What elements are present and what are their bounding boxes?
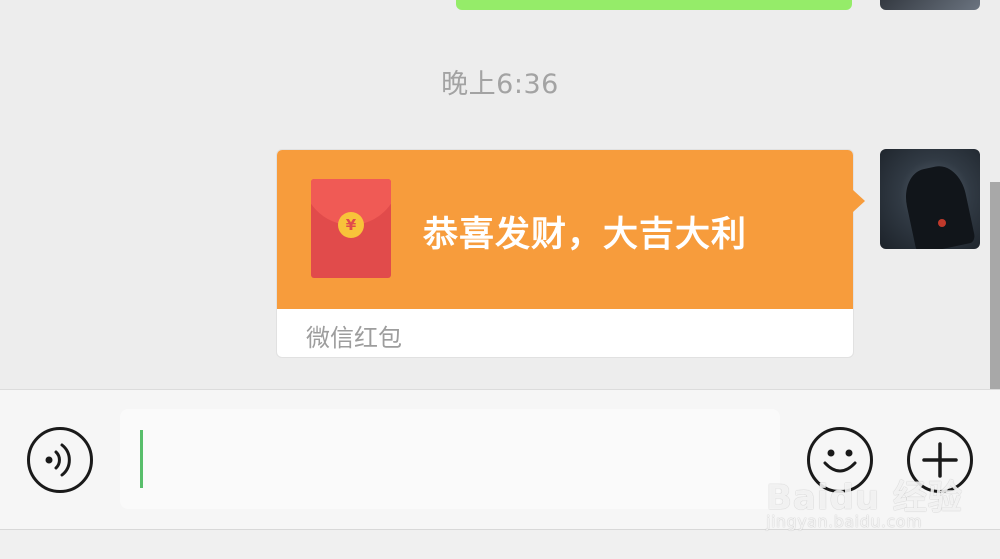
bottom-strip <box>0 529 1000 559</box>
red-packet-icon: ¥ <box>311 179 391 278</box>
previous-message-avatar[interactable] <box>880 0 980 10</box>
avatar-figure <box>900 161 976 249</box>
chat-screen: 晚上6:36 ¥ 恭喜发财，大吉大利 微信红包 Baidu 经验 jingyan… <box>0 0 1000 559</box>
avatar[interactable] <box>880 149 980 249</box>
text-caret <box>140 430 143 488</box>
coin-icon: ¥ <box>338 212 364 238</box>
red-packet-footer: 微信红包 <box>306 324 402 352</box>
red-packet-body: ¥ 恭喜发财，大吉大利 <box>277 150 853 309</box>
red-packet-title: 恭喜发财，大吉大利 <box>423 215 748 255</box>
red-packet-message[interactable]: ¥ 恭喜发财，大吉大利 微信红包 <box>276 149 865 358</box>
previous-message-bubble[interactable] <box>456 0 852 10</box>
emoji-icon[interactable] <box>807 427 873 493</box>
avatar-detail <box>938 219 946 227</box>
message-input[interactable] <box>120 409 780 509</box>
voice-icon[interactable] <box>27 427 93 493</box>
message-timestamp: 晚上6:36 <box>441 69 559 100</box>
scrollbar[interactable] <box>990 182 1000 390</box>
bubble-tail <box>853 190 865 212</box>
plus-icon[interactable] <box>907 427 973 493</box>
